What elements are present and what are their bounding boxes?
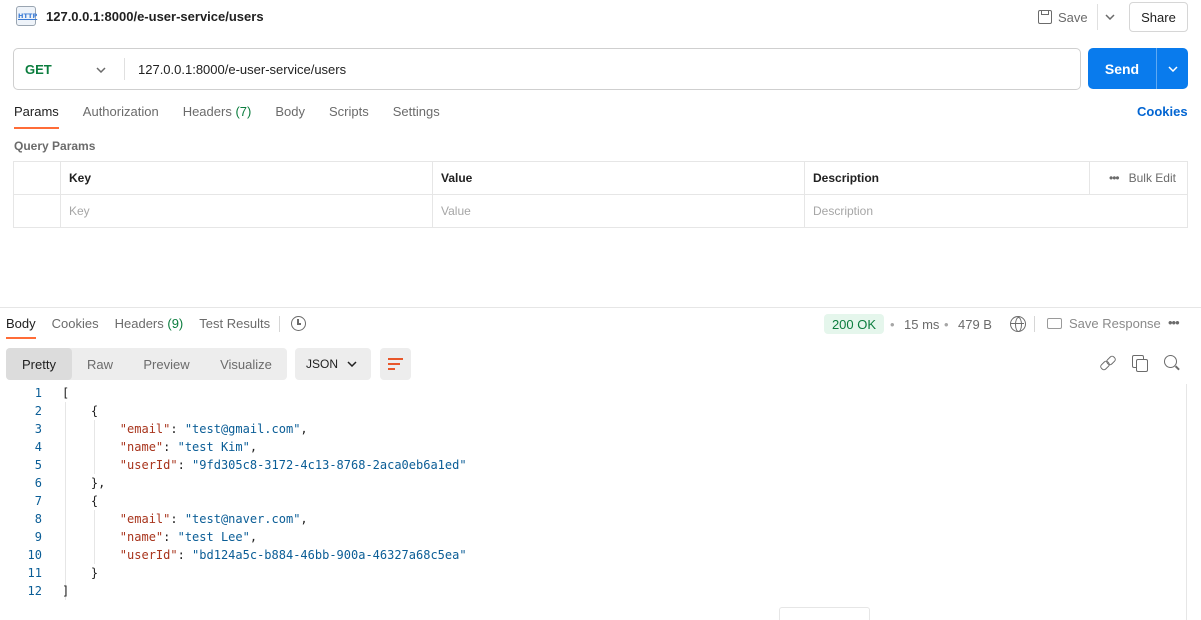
code-line: 4 "name": "test Kim", [34,440,258,454]
wrap-lines-icon [388,358,403,370]
response-tabs: Body Cookies Headers (9) Test Results [6,316,286,339]
code-line: 11 } [27,566,99,580]
send-options-button[interactable] [1156,48,1188,89]
wrap-lines-button[interactable] [380,348,411,380]
bulk-edit-button[interactable]: ••• Bulk Edit [1089,162,1187,194]
link-icon[interactable] [1100,355,1116,371]
query-params-title: Query Params [14,139,96,153]
chevron-down-icon [347,361,357,367]
tab-params[interactable]: Params [14,104,59,129]
view-mode-group: Pretty Raw Preview Visualize [6,348,287,380]
query-params-table: Key Value Description ••• Bulk Edit Key … [13,161,1188,228]
code-line: 3 "email": "test@gmail.com", [34,422,308,436]
url-input[interactable]: 127.0.0.1:8000/e-user-service/users [138,62,346,77]
more-options-icon[interactable]: ••• [1168,315,1180,330]
view-pretty-button[interactable]: Pretty [6,348,72,380]
tab-test-results[interactable]: Test Results [199,316,270,339]
bulk-edit-label: Bulk Edit [1128,171,1176,185]
share-button[interactable]: Share [1129,2,1188,32]
code-line: 9 "name": "test Lee", [34,530,258,544]
tab-response-body[interactable]: Body [6,316,36,339]
tab-headers[interactable]: Headers (7) [183,104,252,129]
method-select[interactable]: GET [14,49,124,89]
more-icon: ••• [1109,171,1120,185]
tab-response-headers[interactable]: Headers (9) [115,316,184,339]
separator-dot: • [890,317,895,332]
view-raw-button[interactable]: Raw [72,348,128,380]
column-header-key: Key [60,162,432,194]
url-bar: GET 127.0.0.1:8000/e-user-service/users [13,48,1081,90]
code-line: 8 "email": "test@naver.com", [34,512,308,526]
headers-count: (7) [235,104,252,119]
table-row: Key Value Description [14,195,1187,228]
format-label: JSON [306,357,339,371]
chevron-down-icon [1167,65,1178,72]
response-body-viewer[interactable]: 1[ 2 { 3 "email": "test@gmail.com", 4 "n… [0,384,1186,600]
param-key-input[interactable]: Key [60,195,432,227]
save-button[interactable]: Save [1038,4,1088,30]
send-button[interactable]: Send [1088,48,1156,89]
code-line: 2 { [34,404,99,418]
search-icon[interactable] [1164,355,1180,371]
save-icon [1038,10,1052,24]
http-file-icon: HTTP [16,6,37,26]
format-select[interactable]: JSON [295,348,371,380]
view-visualize-button[interactable]: Visualize [205,348,287,380]
divider [1034,316,1035,332]
response-pane-divider[interactable] [0,307,1201,308]
response-headers-count: (9) [167,316,184,331]
cookies-link[interactable]: Cookies [1137,104,1188,119]
request-tabs: Params Authorization Headers (7) Body Sc… [14,104,464,129]
divider [124,58,125,80]
code-line: 1[ [34,386,70,400]
save-options-button[interactable] [1097,4,1121,30]
chevron-down-icon [96,67,106,73]
divider [279,316,280,332]
title-bar: HTTP 127.0.0.1:8000/e-user-service/users… [0,0,1201,34]
tab-settings[interactable]: Settings [393,104,440,129]
send-button-group: Send [1088,48,1188,89]
save-label: Save [1058,9,1088,25]
response-size[interactable]: 479 B [958,317,992,332]
save-response-icon [1047,318,1062,329]
column-header-value: Value [432,162,804,194]
table-header-row: Key Value Description ••• Bulk Edit [14,162,1187,195]
tab-scripts[interactable]: Scripts [329,104,369,129]
response-time[interactable]: 15 ms [904,317,939,332]
code-line: 10 "userId": "bd124a5c-b884-46bb-900a-46… [27,548,467,562]
separator-dot: • [944,317,949,332]
status-badge[interactable]: 200 OK [824,314,884,334]
view-preview-button[interactable]: Preview [128,348,205,380]
save-response-button[interactable]: Save Response [1069,316,1161,331]
globe-icon[interactable] [1010,316,1026,332]
copy-icon[interactable] [1132,355,1148,372]
chevron-down-icon [1104,14,1115,20]
code-line: 12] [27,584,70,598]
method-label: GET [25,61,52,77]
code-line: 6 }, [34,476,106,490]
code-line: 5 "userId": "9fd305c8-3172-4c13-8768-2ac… [34,458,467,472]
footer-panel-handle[interactable] [779,607,870,620]
column-header-description: Description [804,162,1089,194]
param-description-input[interactable]: Description [804,195,1187,227]
history-icon[interactable] [291,316,306,331]
tab-authorization[interactable]: Authorization [83,104,159,129]
tab-response-cookies[interactable]: Cookies [52,316,99,339]
param-value-input[interactable]: Value [432,195,804,227]
code-line: 7 { [34,494,99,508]
scrollbar[interactable] [1186,384,1187,620]
request-title[interactable]: 127.0.0.1:8000/e-user-service/users [46,9,264,24]
tab-body[interactable]: Body [275,104,305,129]
